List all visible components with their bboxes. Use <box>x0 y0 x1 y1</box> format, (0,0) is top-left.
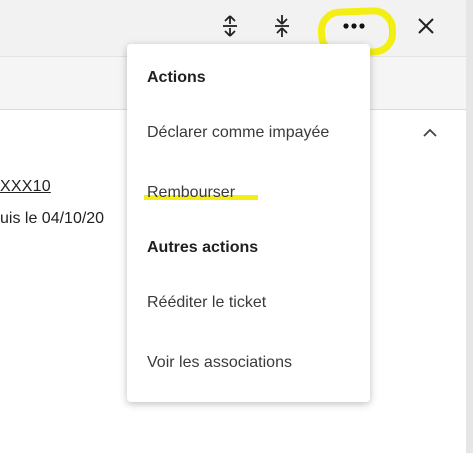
info-text: uis le 04/10/20 <box>0 210 105 227</box>
collapse-vertical-icon <box>273 14 291 38</box>
menu-item-refund[interactable]: Rembourser <box>147 184 235 202</box>
menu-heading-actions: Actions <box>147 69 206 86</box>
reference-link[interactable]: XXX10 <box>0 178 51 196</box>
menu-item-reissue-ticket[interactable]: Rééditer le ticket <box>147 294 266 312</box>
menu-heading-other-actions: Autres actions <box>147 239 259 256</box>
expand-button[interactable] <box>214 10 246 42</box>
menu-item-declare-unpaid[interactable]: Déclarer comme impayée <box>147 124 329 142</box>
collapse-button[interactable] <box>266 10 298 42</box>
actions-dropdown-menu: Actions Déclarer comme impayée Rembourse… <box>127 44 370 402</box>
more-horizontal-icon <box>342 22 366 30</box>
collapse-section-button[interactable] <box>420 124 440 144</box>
close-icon <box>417 17 435 35</box>
chevron-up-icon <box>422 125 438 143</box>
more-actions-button[interactable] <box>338 10 370 42</box>
expand-vertical-icon <box>221 14 239 38</box>
close-button[interactable] <box>410 10 442 42</box>
panel-edge <box>466 0 473 453</box>
toolbar-divider <box>389 14 390 38</box>
menu-item-view-associations[interactable]: Voir les associations <box>147 354 292 372</box>
